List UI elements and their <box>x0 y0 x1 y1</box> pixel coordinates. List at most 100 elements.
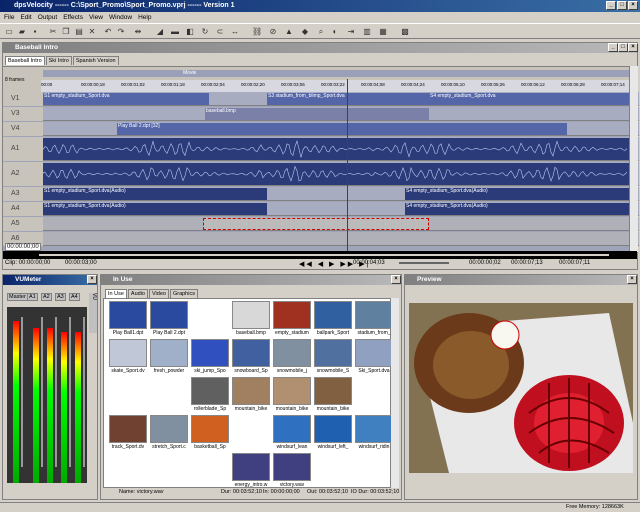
minimize-button[interactable]: _ <box>606 1 616 10</box>
bin-item[interactable] <box>108 453 148 490</box>
slip-icon[interactable]: ↔ <box>230 27 240 37</box>
split-icon[interactable]: ⇹ <box>133 27 143 37</box>
audio-clip[interactable] <box>42 163 629 185</box>
menu-output[interactable]: Output <box>38 14 58 21</box>
layout2-icon[interactable]: ▦ <box>378 27 388 37</box>
bin-item[interactable]: snowmobile_j <box>272 339 312 376</box>
bin-item[interactable] <box>354 377 394 414</box>
bin-item[interactable]: Play Ball1.dpt <box>108 301 148 338</box>
bin-item[interactable]: windsurf_lean <box>272 415 312 452</box>
clip[interactable]: Play Ball 2.dpt [32] <box>117 123 567 135</box>
track-label[interactable]: A3 <box>3 187 43 201</box>
clip[interactable]: S4 empty_stadium_Sport.dva(Audio) <box>405 188 629 200</box>
menu-effects[interactable]: Effects <box>63 14 83 21</box>
trim-icon[interactable]: ⊂ <box>215 27 225 37</box>
track-label[interactable]: A4 <box>3 202 43 216</box>
track-label[interactable]: A1 <box>3 137 43 161</box>
menu-edit[interactable]: Edit <box>20 14 31 21</box>
bin-item[interactable] <box>108 377 148 414</box>
paste-icon[interactable]: ▤ <box>74 27 84 37</box>
tab-in-use[interactable]: In Use <box>105 289 127 298</box>
save-icon[interactable]: ▪ <box>30 27 40 37</box>
bin-item[interactable]: stretch_Sport.c <box>149 415 189 452</box>
tab-baseball-intro[interactable]: Baseball Intro <box>5 56 45 65</box>
zoom-icon[interactable]: ⌕ <box>316 27 326 37</box>
clip[interactable]: S3 stadium_from_blimp_Sport.dva <box>267 93 429 105</box>
bin-item[interactable]: empty_stadium <box>272 301 312 338</box>
track-label[interactable]: V1 <box>3 92 43 106</box>
marker-icon[interactable]: ▲ <box>284 27 294 37</box>
overview-strip[interactable] <box>3 251 637 259</box>
bin-item[interactable] <box>313 453 353 490</box>
bin-item[interactable] <box>190 453 230 490</box>
open-icon[interactable]: ▰ <box>17 27 27 37</box>
insert-icon[interactable]: ▬ <box>170 27 180 37</box>
timeline-minimize[interactable]: _ <box>608 43 618 52</box>
vumeter-close[interactable]: × <box>87 275 97 284</box>
bin-item[interactable]: ballpark_Sport <box>313 301 353 338</box>
bin-item[interactable]: mountain_bike <box>313 377 353 414</box>
timeline-vscroll[interactable] <box>629 66 638 252</box>
menu-window[interactable]: Window <box>109 14 132 21</box>
bin-item[interactable] <box>231 415 271 452</box>
bin-item[interactable]: snowboard_Sp <box>231 339 271 376</box>
clip[interactable]: S4 empty_stadium_Sport.dva <box>429 93 629 105</box>
bin-item[interactable] <box>149 453 189 490</box>
bin-item[interactable]: track_Sport.dv <box>108 415 148 452</box>
clip[interactable]: S1 empty_stadium_Sport.dva(Audio) <box>43 188 267 200</box>
playhead[interactable] <box>347 79 348 254</box>
bin-item[interactable]: energy_intro.w <box>231 453 271 490</box>
undo-icon[interactable]: ↶ <box>103 27 113 37</box>
bin-item[interactable] <box>190 301 230 338</box>
vu-fader[interactable] <box>55 317 57 467</box>
clip[interactable]: baseball.bmp <box>205 108 429 120</box>
bin-item[interactable] <box>354 453 394 490</box>
layout1-icon[interactable]: ▥ <box>362 27 372 37</box>
grid-icon[interactable]: ▩ <box>400 27 410 37</box>
delete-icon[interactable]: ✕ <box>87 27 97 37</box>
tab-audio[interactable]: Audio <box>127 289 148 298</box>
time-ruler[interactable]: 00:00 00:00:00;18 00:00:01;02 00:00:01;18 00… <box>41 80 631 92</box>
redo-icon[interactable]: ↷ <box>116 27 126 37</box>
bin-item[interactable]: snowmobile_S <box>313 339 353 376</box>
preview-close[interactable]: × <box>627 275 637 284</box>
inuse-close[interactable]: × <box>391 275 401 284</box>
copy-icon[interactable]: ❐ <box>61 27 71 37</box>
render-icon[interactable]: ⇥ <box>346 27 356 37</box>
vu-toggle[interactable]: VU <box>89 293 97 333</box>
razor-icon[interactable]: ◢ <box>155 27 165 37</box>
track-label[interactable]: A5 <box>3 217 43 231</box>
vu-fader[interactable] <box>21 317 23 467</box>
audio-clip[interactable] <box>203 218 429 230</box>
cut-icon[interactable]: ✂ <box>48 27 58 37</box>
vu-fader[interactable] <box>69 317 71 467</box>
track-label[interactable]: V3 <box>3 107 43 121</box>
maximize-button[interactable]: □ <box>617 1 627 10</box>
bin-item[interactable]: windsurf_ridin <box>354 415 394 452</box>
bin-item[interactable]: victory.wav <box>272 453 312 490</box>
track-label[interactable]: V4 <box>3 122 43 136</box>
vu-fader[interactable] <box>83 317 85 467</box>
bin-item[interactable] <box>149 377 189 414</box>
bin-item[interactable]: basketball_Sp <box>190 415 230 452</box>
bin-item[interactable]: Play Ball 2.dpt <box>149 301 189 338</box>
clip[interactable]: S1 empty_stadium_Sport.dva(Audio) <box>43 203 267 215</box>
effects-icon[interactable]: ◐ <box>330 27 340 37</box>
new-icon[interactable]: ▭ <box>4 27 14 37</box>
bin-item[interactable]: Ski_Sport.dva <box>354 339 394 376</box>
bin-item[interactable]: skate_Sport.dv <box>108 339 148 376</box>
jog-slider[interactable] <box>399 262 449 264</box>
menu-file[interactable]: File <box>4 14 14 21</box>
bin-item[interactable]: mountain_bike <box>272 377 312 414</box>
tab-video[interactable]: Video <box>148 289 169 298</box>
inuse-vscroll[interactable] <box>391 298 399 488</box>
menu-help[interactable]: Help <box>138 14 151 21</box>
clip[interactable]: S4 empty_stadium_Sport.dva(Audio) <box>405 203 629 215</box>
close-button[interactable]: × <box>628 1 638 10</box>
timeline-close[interactable]: × <box>628 43 638 52</box>
bin-item[interactable]: rollerblade_Sp <box>190 377 230 414</box>
ripple-icon[interactable]: ↻ <box>200 27 210 37</box>
audio-clip[interactable] <box>42 138 629 160</box>
overwrite-icon[interactable]: ◧ <box>185 27 195 37</box>
keyframe-icon[interactable]: ◆ <box>300 27 310 37</box>
